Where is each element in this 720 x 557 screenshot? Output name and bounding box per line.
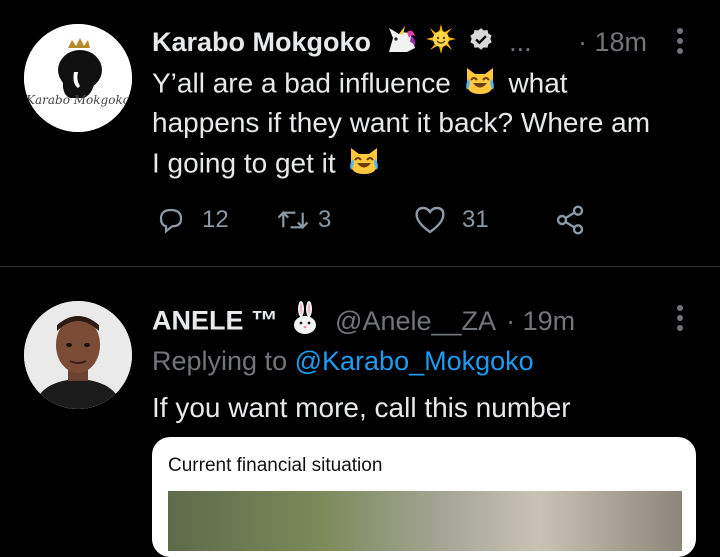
tweet-text: If you want more, call this number bbox=[152, 392, 571, 423]
username-handle[interactable]: @Anele__ZA bbox=[335, 306, 495, 336]
share-button[interactable] bbox=[554, 204, 586, 236]
retweet-icon bbox=[277, 211, 309, 229]
media-card-title: Current financial situation bbox=[168, 455, 383, 476]
avatar-karabo[interactable]: Karabo Mokgoko bbox=[24, 24, 132, 132]
tweet-timestamp[interactable]: · 18m bbox=[578, 24, 647, 60]
tweet-text-line-3: I going to get it bbox=[152, 144, 381, 186]
tweet-text-line-2: happens if they want it back? Where am bbox=[152, 107, 651, 138]
joy-cat-emoji-icon bbox=[463, 64, 497, 106]
media-card-image bbox=[168, 491, 682, 551]
more-options-icon[interactable] bbox=[677, 28, 683, 58]
retweet-button[interactable]: 3 bbox=[276, 205, 414, 235]
tweet-actions: 12 3 31 bbox=[156, 202, 586, 238]
reply-count: 12 bbox=[202, 206, 229, 233]
reply-button[interactable]: 12 bbox=[156, 205, 276, 235]
like-button[interactable]: 31 bbox=[414, 205, 554, 235]
svg-text:Karabo Mokgoko: Karabo Mokgoko bbox=[25, 93, 130, 107]
replying-to: Replying to @Karabo_Mokgoko bbox=[152, 346, 534, 376]
share-icon bbox=[556, 205, 584, 235]
sun-icon bbox=[426, 24, 457, 63]
media-card[interactable]: Current financial situation bbox=[152, 437, 696, 557]
reply-icon bbox=[159, 208, 183, 234]
joy-cat-emoji-icon bbox=[347, 144, 381, 186]
display-name[interactable]: ANELE ™ bbox=[152, 306, 278, 336]
replying-to-user-link[interactable]: @Karabo_Mokgoko bbox=[295, 346, 534, 376]
tweet-header: Karabo Mokgoko ... bbox=[152, 24, 532, 60]
karabo-logo-icon: Karabo Mokgoko bbox=[24, 24, 132, 132]
tweet-header: ANELE ™ @Anele__ZA · 19m bbox=[152, 301, 575, 337]
tweet-karabo[interactable]: Karabo Mokgoko Karabo Mokgoko ... · 18m … bbox=[0, 0, 720, 265]
rabbit-icon bbox=[290, 301, 320, 344]
profile-photo-icon bbox=[24, 301, 132, 409]
avatar-anele[interactable] bbox=[24, 301, 132, 409]
heart-icon bbox=[415, 206, 445, 234]
tweet-text-line-1: Y’all are a bad influence what bbox=[152, 64, 568, 106]
more-options-icon[interactable] bbox=[677, 305, 683, 335]
like-count: 31 bbox=[462, 206, 489, 233]
name-overflow-ellipsis: ... bbox=[509, 27, 532, 57]
verified-badge-icon bbox=[468, 26, 494, 62]
retweet-count: 3 bbox=[318, 206, 332, 233]
unicorn-icon bbox=[385, 24, 417, 63]
tweet-anele[interactable]: ANELE ™ @Anele__ZA · 19m Replying to @Ka… bbox=[0, 267, 720, 557]
display-name[interactable]: Karabo Mokgoko bbox=[152, 27, 371, 57]
tweet-timestamp[interactable]: · 19m bbox=[506, 306, 575, 336]
